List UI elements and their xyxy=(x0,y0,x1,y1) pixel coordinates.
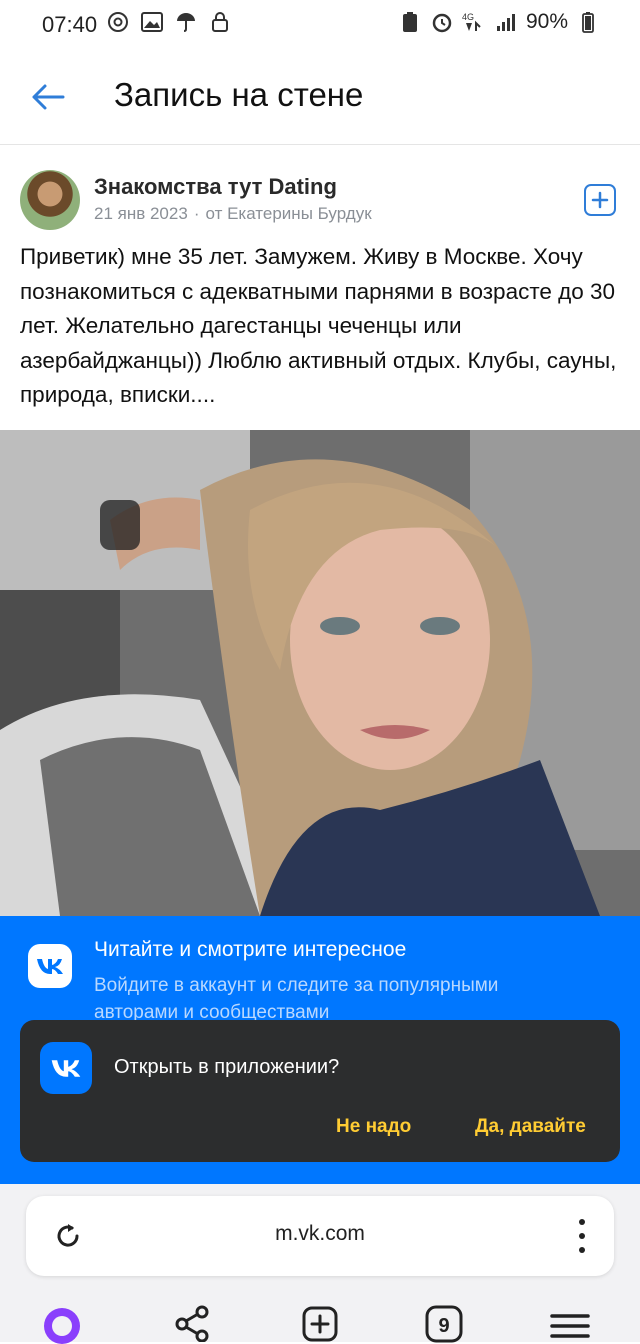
lock-icon xyxy=(208,10,232,34)
share-button[interactable] xyxy=(170,1300,214,1344)
vk-logo-icon xyxy=(28,944,72,988)
decline-button[interactable]: Не надо xyxy=(336,1116,411,1138)
back-button[interactable] xyxy=(28,80,68,114)
alice-icon xyxy=(44,1308,80,1344)
menu-button[interactable] xyxy=(548,1300,592,1344)
post-meta: 21 янв 2023 · от Екатерины Бурдук xyxy=(94,204,372,224)
post-photo-image xyxy=(0,430,640,916)
vk-app-icon xyxy=(40,1042,92,1094)
banner-subtitle: Войдите в аккаунт и следите за популярны… xyxy=(94,975,499,1023)
umbrella-icon xyxy=(174,10,198,34)
alice-assistant-button[interactable] xyxy=(40,1300,84,1344)
battery-saver-icon xyxy=(398,10,422,34)
post-photo[interactable] xyxy=(0,430,640,916)
tabs-button[interactable]: 9 xyxy=(422,1300,466,1344)
network-icon: 4G xyxy=(462,10,486,34)
post-author[interactable]: Знакомства тут Dating xyxy=(94,174,337,200)
status-left-icons xyxy=(106,10,232,34)
status-right-icons: 4G 90% xyxy=(398,10,600,34)
post-from[interactable]: от Екатерины Бурдук xyxy=(205,204,371,223)
status-time: 07:40 xyxy=(42,12,98,37)
browser-bottom-nav: 9 xyxy=(0,1290,640,1344)
signal-icon xyxy=(494,10,518,34)
battery-percent: 90% xyxy=(525,10,568,33)
at-icon xyxy=(106,10,130,34)
page-title: Запись на стене xyxy=(114,76,364,113)
status-bar: 07:40 4G 90% xyxy=(0,0,640,52)
post-header: Знакомства тут Dating 21 янв 2023 · от Ека… xyxy=(0,160,640,240)
address-bar[interactable]: m.vk.com xyxy=(26,1196,614,1276)
new-tab-button[interactable] xyxy=(298,1300,342,1344)
share-icon xyxy=(175,1305,209,1342)
svg-text:4G: 4G xyxy=(462,12,474,22)
url-text[interactable]: m.vk.com xyxy=(26,1222,614,1246)
banner-title: Читайте и смотрите интересное xyxy=(94,938,407,961)
more-vertical-icon[interactable] xyxy=(576,1216,588,1256)
open-in-app-dialog: Открыть в приложении? Не надо Да, давайт… xyxy=(20,1020,620,1162)
battery-icon xyxy=(576,10,600,34)
subscribe-button[interactable] xyxy=(584,184,616,216)
plus-icon xyxy=(591,191,609,209)
post-date: 21 янв 2023 xyxy=(94,204,188,223)
dialog-message: Открыть в приложении? xyxy=(114,1056,340,1078)
tabs-count: 9 xyxy=(438,1314,450,1337)
accept-button[interactable]: Да, давайте xyxy=(475,1116,586,1138)
post-text: Приветик) мне 35 лет. Замужем. Живу в Мо… xyxy=(20,244,617,407)
back-arrow-icon xyxy=(32,84,65,110)
gallery-icon xyxy=(140,10,164,34)
page-header: Запись на стене xyxy=(0,52,640,145)
alarm-icon xyxy=(430,10,454,34)
avatar[interactable] xyxy=(20,170,80,230)
hamburger-menu-icon xyxy=(550,1314,590,1338)
new-tab-icon xyxy=(302,1306,338,1342)
meta-separator: · xyxy=(193,204,200,223)
